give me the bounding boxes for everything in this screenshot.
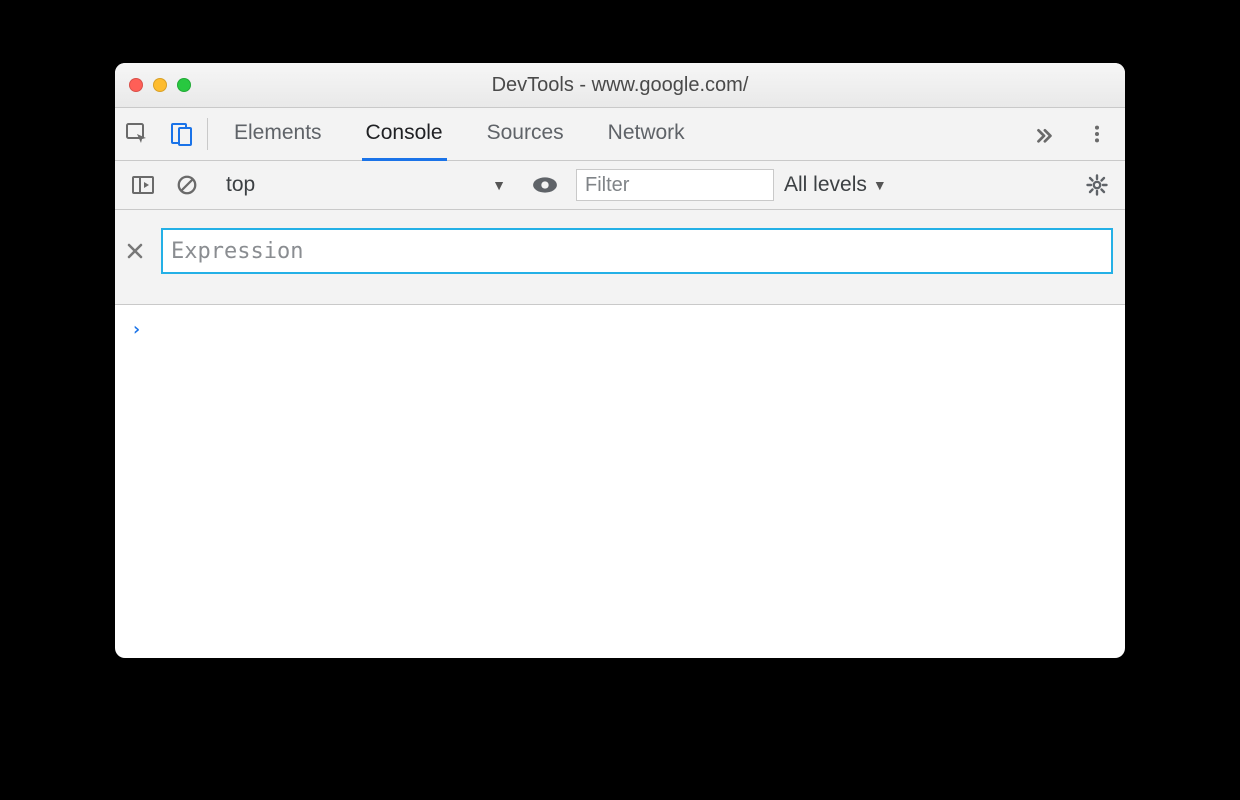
device-toolbar-icon[interactable] (159, 108, 203, 160)
chevron-down-icon: ▼ (492, 177, 506, 193)
log-levels-select[interactable]: All levels ▼ (774, 173, 897, 197)
panel-tabs: Elements Console Sources Network (212, 108, 1022, 160)
tab-network[interactable]: Network (604, 108, 689, 161)
tab-label: Sources (487, 121, 564, 145)
tab-label: Network (608, 121, 685, 145)
levels-label: All levels (784, 173, 867, 197)
tab-console[interactable]: Console (362, 108, 447, 161)
window-controls (129, 78, 191, 92)
clear-console-icon[interactable] (165, 174, 209, 196)
execution-context-select[interactable]: top ▼ (218, 161, 514, 209)
console-output[interactable]: › (115, 305, 1125, 354)
tab-sources[interactable]: Sources (483, 108, 568, 161)
more-tabs-icon[interactable] (1022, 123, 1066, 145)
window-minimize-button[interactable] (153, 78, 167, 92)
live-expression-input[interactable] (161, 228, 1113, 274)
console-settings-icon[interactable] (1075, 173, 1119, 197)
divider (207, 118, 208, 150)
tab-label: Console (366, 121, 443, 145)
main-toolbar: Elements Console Sources Network (115, 108, 1125, 161)
toggle-sidebar-icon[interactable] (121, 173, 165, 197)
titlebar: DevTools - www.google.com/ (115, 63, 1125, 108)
tab-label: Elements (234, 121, 322, 145)
kebab-menu-icon[interactable] (1075, 123, 1119, 145)
console-filter-input[interactable] (576, 169, 774, 201)
console-toolbar: top ▼ All levels ▼ (115, 161, 1125, 210)
window-title: DevTools - www.google.com/ (115, 74, 1125, 97)
window-close-button[interactable] (129, 78, 143, 92)
chevron-down-icon: ▼ (873, 177, 887, 193)
tab-elements[interactable]: Elements (230, 108, 326, 161)
window-zoom-button[interactable] (177, 78, 191, 92)
console-prompt-icon: › (131, 319, 142, 340)
context-label: top (226, 173, 255, 197)
inspect-element-icon[interactable] (115, 108, 159, 160)
live-expression-icon[interactable] (523, 172, 567, 198)
remove-expression-icon[interactable] (127, 243, 151, 259)
live-expression-row (115, 210, 1125, 305)
devtools-window: DevTools - www.google.com/ Elements (115, 63, 1125, 658)
